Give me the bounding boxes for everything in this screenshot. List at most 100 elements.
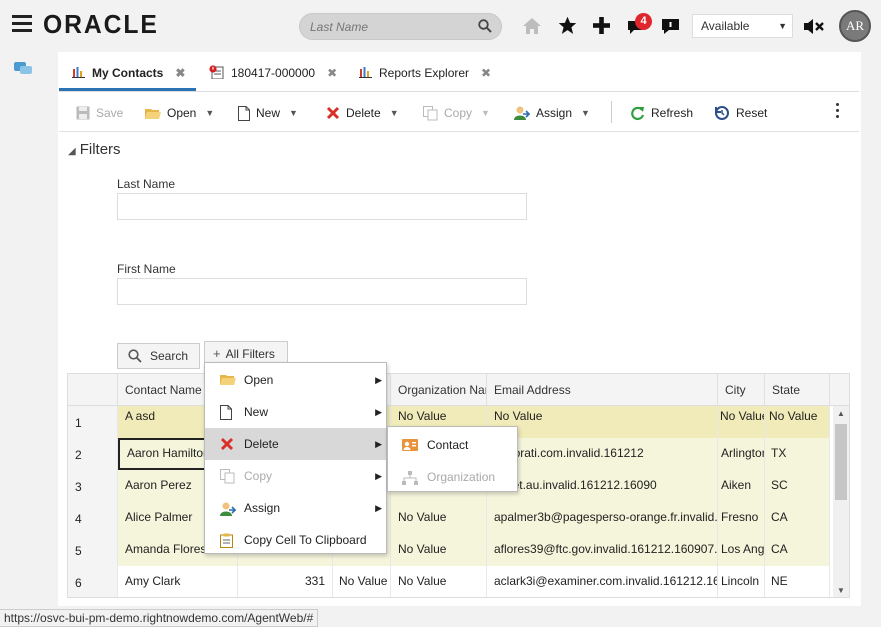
new-button[interactable]: New ▼ — [238, 104, 298, 122]
user-avatar[interactable]: AR — [839, 10, 871, 42]
menu-item-copy-cell[interactable]: Copy Cell To Clipboard — [205, 524, 386, 556]
open-button[interactable]: Open ▼ — [145, 104, 214, 122]
add-icon[interactable] — [592, 16, 611, 35]
submenu-item-contact[interactable]: Contact — [388, 429, 517, 461]
cell-state[interactable]: SC — [765, 470, 830, 502]
cell-state[interactable]: No Value — [765, 406, 830, 438]
home-icon[interactable] — [521, 16, 543, 36]
copy-button[interactable]: Copy ▼ — [423, 104, 490, 122]
submenu-arrow-icon: ▶ — [375, 503, 382, 513]
first-name-label: First Name — [117, 262, 176, 276]
cell-city[interactable]: Los Angeles — [718, 534, 765, 566]
cell-city[interactable]: Fresno — [718, 502, 765, 534]
close-tab-icon[interactable]: ✖ — [481, 66, 491, 80]
incident-icon — [209, 65, 224, 80]
tab-label: My Contacts — [92, 66, 164, 80]
cell-email[interactable]: No Value — [487, 406, 718, 438]
submenu-arrow-icon: ▶ — [375, 439, 382, 449]
cell-state[interactable]: CA — [765, 502, 830, 534]
report-icon — [72, 67, 85, 78]
folder-icon — [145, 108, 161, 119]
assign-button[interactable]: Assign ▼ — [514, 104, 590, 122]
browser-status-url: https://osvc-bui-pm-demo.rightnowdemo.co… — [0, 609, 319, 627]
tab-reports-explorer[interactable]: Reports Explorer ✖ — [359, 60, 491, 90]
global-search-input[interactable] — [310, 18, 470, 36]
chevron-down-icon: ▼ — [481, 108, 490, 118]
cell-city[interactable]: Arlington — [718, 438, 765, 470]
global-search[interactable] — [299, 13, 502, 40]
column-header-city[interactable]: City — [718, 374, 765, 406]
column-header-organization[interactable]: Organization Name — [391, 374, 487, 406]
filters-section-toggle[interactable]: ◢ Filters — [68, 141, 121, 158]
scrollbar-thumb[interactable] — [835, 424, 847, 500]
chat-icon[interactable] — [660, 17, 681, 36]
search-icon[interactable] — [478, 19, 492, 33]
cell-email[interactable]: aflores39@ftc.gov.invalid.161212.160907.… — [487, 534, 718, 566]
menu-item-new[interactable]: New ▶ — [205, 396, 386, 428]
row-number-header — [68, 374, 118, 406]
cell-state[interactable]: NE — [765, 566, 830, 597]
row-number: 2 — [68, 438, 118, 470]
tab-my-contacts[interactable]: My Contacts ✖ — [72, 60, 185, 90]
cell-email[interactable]: aclark3i@examiner.com.invalid.161212.160 — [487, 566, 718, 597]
save-button[interactable]: Save — [76, 104, 123, 122]
cell-city[interactable]: Aiken — [718, 470, 765, 502]
cell-email[interactable]: aperez2p@abc.net.au.invalid.161212.16090 — [487, 470, 718, 502]
context-menu: Open ▶ New ▶ Delete ▶ Copy ▶ Assign ▶ Copy Ce… — [204, 362, 387, 554]
last-name-input[interactable] — [117, 193, 527, 220]
refresh-icon — [631, 106, 645, 120]
cell-organization[interactable]: No Value — [391, 534, 487, 566]
dropdown-arrow-icon: ▼ — [778, 21, 787, 31]
close-tab-icon[interactable]: ✖ — [327, 66, 337, 80]
cell-hidden[interactable]: 331 — [238, 566, 333, 597]
column-header-state[interactable]: State — [765, 374, 830, 406]
hamburger-menu-icon[interactable] — [12, 15, 32, 33]
close-tab-icon[interactable]: ✖ — [175, 66, 185, 80]
menu-item-open[interactable]: Open ▶ — [205, 364, 386, 396]
grid-header-filler — [830, 374, 849, 406]
cell-contact-name[interactable]: Amy Clark — [118, 566, 238, 597]
more-options-icon[interactable] — [834, 103, 840, 121]
star-icon[interactable] — [557, 15, 578, 36]
cell-city[interactable]: Lincoln — [718, 566, 765, 597]
cell-email[interactable]: apalmer3b@pagesperso-orange.fr.invalid. — [487, 502, 718, 534]
cell-state[interactable]: TX — [765, 438, 830, 470]
table-row[interactable]: 5 Amanda Flores No Value aflores39@ftc.g… — [68, 534, 830, 566]
cell-email[interactable]: hamilton1k@technorati.com.invalid.161212 — [487, 438, 718, 470]
chevron-down-icon: ▼ — [205, 108, 215, 118]
cell-organization[interactable]: No Value — [391, 502, 487, 534]
table-row[interactable]: 6 Amy Clark 331 No Value No Value aclark… — [68, 566, 830, 597]
mute-icon[interactable] — [802, 17, 826, 36]
menu-item-assign[interactable]: Assign ▶ — [205, 492, 386, 524]
save-icon — [76, 106, 90, 120]
tab-incident[interactable]: 180417-000000 ✖ — [209, 60, 337, 90]
table-row[interactable]: 4 Alice Palmer No Value apalmer3b@pagesp… — [68, 502, 830, 534]
cell-city[interactable]: No Value — [718, 406, 765, 438]
availability-status-select[interactable]: Available ▼ — [692, 14, 793, 38]
new-document-icon — [220, 405, 232, 420]
search-button[interactable]: Search — [117, 343, 200, 369]
reset-button[interactable]: Reset — [714, 104, 767, 122]
cell-hidden-2[interactable]: No Value — [333, 566, 391, 597]
notification-count-badge: 4 — [635, 13, 652, 30]
menu-item-delete[interactable]: Delete ▶ — [205, 428, 386, 460]
side-chat-icon[interactable] — [14, 62, 32, 76]
last-name-label: Last Name — [117, 177, 176, 191]
submenu-item-organization[interactable]: Organization — [388, 461, 517, 493]
refresh-button[interactable]: Refresh — [630, 104, 693, 122]
first-name-input[interactable] — [117, 278, 527, 305]
assign-user-icon — [220, 502, 236, 516]
cell-organization[interactable]: No Value — [391, 566, 487, 597]
cell-state[interactable]: CA — [765, 534, 830, 566]
assign-user-icon — [514, 106, 530, 120]
menu-item-copy[interactable]: Copy ▶ — [205, 460, 386, 492]
grid-vertical-scrollbar[interactable]: ▲ ▼ — [833, 406, 849, 597]
scroll-up-icon[interactable]: ▲ — [837, 409, 845, 418]
row-number: 5 — [68, 534, 118, 566]
delete-button[interactable]: Delete ▼ — [326, 104, 399, 122]
scroll-down-icon[interactable]: ▼ — [837, 586, 845, 595]
column-header-email[interactable]: Email Address — [487, 374, 718, 406]
delete-x-icon — [326, 106, 340, 120]
submenu-arrow-icon: ▶ — [375, 407, 382, 417]
delete-submenu: Contact Organization — [387, 426, 518, 492]
